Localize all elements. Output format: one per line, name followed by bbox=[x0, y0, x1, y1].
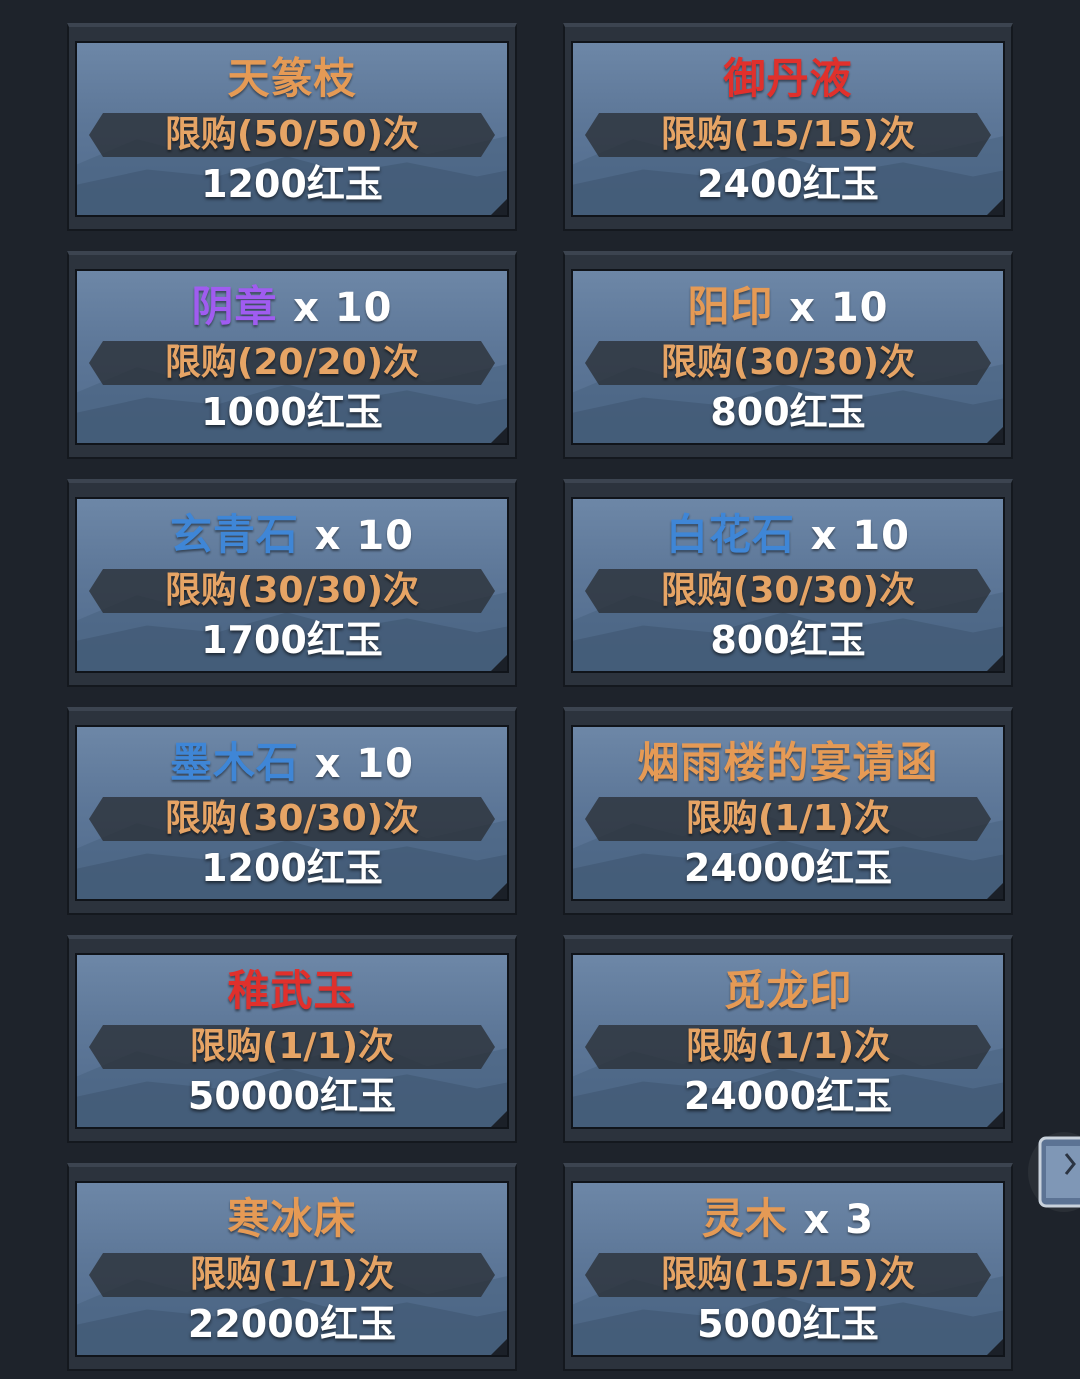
item-price: 800红玉 bbox=[710, 618, 866, 662]
item-price: 2400红玉 bbox=[697, 162, 879, 206]
purchase-limit: 限购(30/30)次 bbox=[164, 570, 420, 611]
purchase-limit: 限购(1/1)次 bbox=[189, 1026, 395, 1067]
item-title: 天篆枝 bbox=[77, 53, 507, 105]
card-panel: 稚武玉限购(1/1)次 50000红玉 bbox=[75, 953, 509, 1129]
item-name: 阳印 bbox=[687, 282, 774, 331]
corner-fold bbox=[491, 883, 507, 899]
shop-item-card[interactable]: 玄青石 x 10 限购(30/30)次 1700红玉 bbox=[67, 479, 517, 687]
purchase-limit: 限购(50/50)次 bbox=[164, 114, 420, 155]
item-quantity: x 10 bbox=[293, 285, 393, 331]
item-title: 觅龙印 bbox=[573, 965, 1003, 1017]
item-quantity: x 10 bbox=[789, 285, 889, 331]
item-price: 1200红玉 bbox=[201, 846, 383, 890]
purchase-limit: 限购(1/1)次 bbox=[189, 1254, 395, 1295]
item-name: 烟雨楼的宴请函 bbox=[637, 738, 939, 787]
shop-item-card[interactable]: 天篆枝限购(50/50)次 1200红玉 bbox=[67, 23, 517, 231]
purchase-limit: 限购(30/30)次 bbox=[164, 798, 420, 839]
item-quantity: x 10 bbox=[810, 513, 911, 559]
shop-item-card[interactable]: 稚武玉限购(1/1)次 50000红玉 bbox=[67, 935, 517, 1143]
card-panel: 阴章 x 10 限购(20/20)次 1000红玉 bbox=[75, 269, 509, 445]
item-title: 墨木石 x 10 bbox=[77, 737, 507, 790]
item-title: 烟雨楼的宴请函 bbox=[573, 737, 1003, 789]
shop-item-grid: 天篆枝限购(50/50)次 1200红玉 御丹液限购(15/15)次 2400红玉阴章… bbox=[67, 23, 1013, 1371]
item-quantity: x 3 bbox=[803, 1197, 875, 1243]
corner-fold bbox=[987, 427, 1003, 443]
item-title: 稚武玉 bbox=[77, 965, 507, 1017]
item-price: 1000红玉 bbox=[201, 390, 383, 434]
card-panel: 白花石 x 10 限购(30/30)次 800红玉 bbox=[571, 497, 1005, 673]
item-name: 寒冰床 bbox=[227, 1194, 357, 1243]
card-panel: 墨木石 x 10 限购(30/30)次 1200红玉 bbox=[75, 725, 509, 901]
purchase-limit: 限购(1/1)次 bbox=[685, 1026, 891, 1067]
item-title: 白花石 x 10 bbox=[573, 509, 1003, 562]
item-quantity: x 10 bbox=[314, 741, 415, 787]
shop-item-card[interactable]: 御丹液限购(15/15)次 2400红玉 bbox=[563, 23, 1013, 231]
shop-item-card[interactable]: 觅龙印限购(1/1)次 24000红玉 bbox=[563, 935, 1013, 1143]
item-title: 灵木 x 3 bbox=[573, 1193, 1003, 1246]
shop-item-card[interactable]: 阴章 x 10 限购(20/20)次 1000红玉 bbox=[67, 251, 517, 459]
purchase-limit: 限购(15/15)次 bbox=[660, 1254, 916, 1295]
item-title: 寒冰床 bbox=[77, 1193, 507, 1245]
purchase-limit: 限购(20/20)次 bbox=[164, 342, 420, 383]
shop-item-card[interactable]: 寒冰床限购(1/1)次 22000红玉 bbox=[67, 1163, 517, 1371]
item-price: 24000红玉 bbox=[683, 1074, 893, 1118]
card-panel: 寒冰床限购(1/1)次 22000红玉 bbox=[75, 1181, 509, 1357]
item-name: 白花石 bbox=[665, 510, 795, 559]
shop-item-card[interactable]: 墨木石 x 10 限购(30/30)次 1200红玉 bbox=[67, 707, 517, 915]
corner-fold bbox=[491, 199, 507, 215]
purchase-limit: 限购(15/15)次 bbox=[660, 114, 916, 155]
item-title: 玄青石 x 10 bbox=[77, 509, 507, 562]
corner-fold bbox=[491, 1339, 507, 1355]
shop-item-card[interactable]: 烟雨楼的宴请函限购(1/1)次 24000红玉 bbox=[563, 707, 1013, 915]
item-price: 24000红玉 bbox=[683, 846, 893, 890]
item-price: 50000红玉 bbox=[187, 1074, 397, 1118]
item-price: 800红玉 bbox=[710, 390, 866, 434]
side-scroll-icon[interactable] bbox=[1026, 1130, 1080, 1214]
item-name: 墨木石 bbox=[169, 738, 299, 787]
card-panel: 天篆枝限购(50/50)次 1200红玉 bbox=[75, 41, 509, 217]
purchase-limit: 限购(30/30)次 bbox=[660, 570, 916, 611]
corner-fold bbox=[491, 1111, 507, 1127]
purchase-limit: 限购(30/30)次 bbox=[660, 342, 916, 383]
shop-item-card[interactable]: 阳印 x 10 限购(30/30)次 800红玉 bbox=[563, 251, 1013, 459]
corner-fold bbox=[491, 427, 507, 443]
item-title: 阴章 x 10 bbox=[77, 281, 507, 334]
item-name: 稚武玉 bbox=[227, 966, 357, 1015]
item-price: 1700红玉 bbox=[201, 618, 383, 662]
item-name: 阴章 bbox=[191, 282, 278, 331]
corner-fold bbox=[987, 1111, 1003, 1127]
card-panel: 灵木 x 3 限购(15/15)次 5000红玉 bbox=[571, 1181, 1005, 1357]
item-price: 22000红玉 bbox=[187, 1302, 397, 1346]
card-panel: 玄青石 x 10 限购(30/30)次 1700红玉 bbox=[75, 497, 509, 673]
corner-fold bbox=[987, 655, 1003, 671]
corner-fold bbox=[987, 883, 1003, 899]
card-panel: 御丹液限购(15/15)次 2400红玉 bbox=[571, 41, 1005, 217]
shop-item-card[interactable]: 灵木 x 3 限购(15/15)次 5000红玉 bbox=[563, 1163, 1013, 1371]
card-panel: 阳印 x 10 限购(30/30)次 800红玉 bbox=[571, 269, 1005, 445]
item-name: 御丹液 bbox=[723, 54, 853, 103]
item-name: 天篆枝 bbox=[227, 54, 357, 103]
item-price: 5000红玉 bbox=[697, 1302, 879, 1346]
item-quantity: x 10 bbox=[314, 513, 415, 559]
item-price: 1200红玉 bbox=[201, 162, 383, 206]
corner-fold bbox=[987, 199, 1003, 215]
corner-fold bbox=[491, 655, 507, 671]
card-panel: 觅龙印限购(1/1)次 24000红玉 bbox=[571, 953, 1005, 1129]
purchase-limit: 限购(1/1)次 bbox=[685, 798, 891, 839]
item-title: 阳印 x 10 bbox=[573, 281, 1003, 334]
corner-fold bbox=[987, 1339, 1003, 1355]
shop-item-card[interactable]: 白花石 x 10 限购(30/30)次 800红玉 bbox=[563, 479, 1013, 687]
item-name: 觅龙印 bbox=[723, 966, 853, 1015]
item-name: 灵木 bbox=[701, 1194, 788, 1243]
card-panel: 烟雨楼的宴请函限购(1/1)次 24000红玉 bbox=[571, 725, 1005, 901]
item-title: 御丹液 bbox=[573, 53, 1003, 105]
item-name: 玄青石 bbox=[169, 510, 299, 559]
